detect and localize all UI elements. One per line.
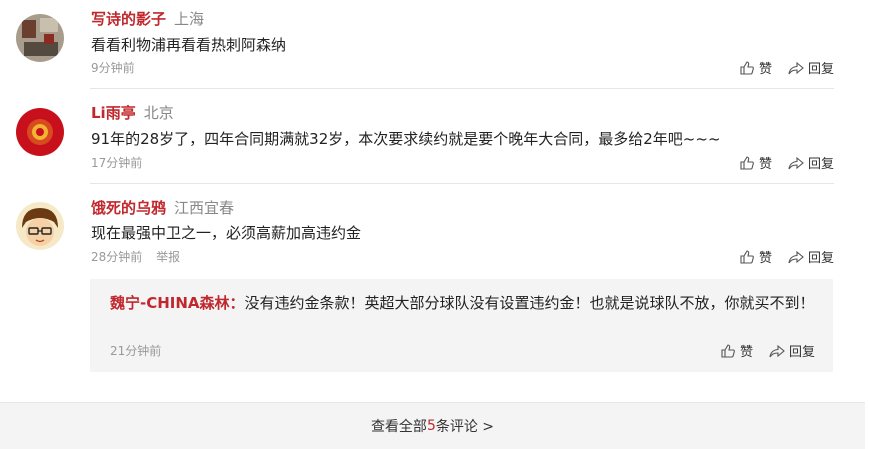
like-label: 赞 [739,345,753,360]
view-all-comments-link[interactable]: 查看全部 5 条评论 > [0,402,865,449]
report-link[interactable]: 举报 [156,250,180,264]
nested-reply: 魏宁-CHINA森林：没有违约金条款！英超大部分球队没有设置违约金！也就是说球队… [90,279,833,372]
reply-body: 魏宁-CHINA森林：没有违约金条款！英超大部分球队没有设置违约金！也就是说球队… [110,290,815,316]
reply-button[interactable]: 回复 [769,341,815,360]
comment-meta: 28分钟前 举报 [91,248,180,265]
reply-label: 回复 [807,62,834,77]
reply-label: 回复 [807,251,834,266]
reply-arrow-icon [769,344,785,357]
reply-button[interactable]: 回复 [788,153,834,172]
like-button[interactable]: 赞 [739,247,772,266]
reply-arrow-icon [788,61,804,74]
comment-text: 现在最强中卫之一，必须高薪加高违约金 [91,224,362,242]
timestamp: 17分钟前 [91,156,143,170]
avatar[interactable] [16,108,64,156]
comment-count: 5 [426,418,436,434]
location: 江西宜春 [174,199,235,217]
like-button[interactable]: 赞 [739,153,772,172]
reply-actions: 赞 回复 [720,341,815,360]
comment-text: 看看利物浦再看看热刺阿森纳 [91,36,287,54]
location: 上海 [174,10,205,28]
like-label: 赞 [758,62,772,77]
thumbs-up-icon [740,60,754,75]
thumbs-up-icon [740,155,754,170]
reply-arrow-icon [788,156,804,169]
timestamp: 9分钟前 [91,61,135,75]
comment-header: 饿死的乌鸦 江西宜春 [91,197,234,218]
reply-username[interactable]: 魏宁-CHINA森林： [110,294,245,312]
like-button[interactable]: 赞 [720,341,753,360]
comment-header: 写诗的影子 上海 [91,8,204,29]
reply-text: 没有违约金条款！英超大部分球队没有设置违约金！也就是说球队不放，你就买不到！ [244,294,815,312]
reply-label: 回复 [788,345,815,360]
reply-timestamp: 21分钟前 [110,344,162,358]
username[interactable]: 饿死的乌鸦 [91,199,166,217]
comment-actions: 赞 回复 [739,58,834,77]
view-all-suffix: 条评论 > [435,419,495,435]
thumbs-up-icon [721,343,735,358]
reply-label: 回复 [807,157,834,172]
divider [90,183,834,184]
comment-actions: 赞 回复 [739,153,834,172]
reply-button[interactable]: 回复 [788,58,834,77]
thumbs-up-icon [740,249,754,264]
avatar[interactable] [16,14,64,62]
comment-text: 91年的28岁了，四年合同期满就32岁，本次要求续约就是要个晚年大合同，最多给2… [91,130,721,148]
like-label: 赞 [758,251,772,266]
timestamp: 28分钟前 [91,250,143,264]
username[interactable]: Li雨亭 [91,104,136,122]
comment-header: Li雨亭 北京 [91,102,174,123]
view-all-prefix: 查看全部 [370,419,427,435]
divider [90,88,834,89]
reply-button[interactable]: 回复 [788,247,834,266]
reply-arrow-icon [788,250,804,263]
comment-actions: 赞 回复 [739,247,834,266]
username[interactable]: 写诗的影子 [91,10,166,28]
location: 北京 [143,104,174,122]
like-button[interactable]: 赞 [739,58,772,77]
like-label: 赞 [758,157,772,172]
avatar[interactable] [16,202,64,250]
